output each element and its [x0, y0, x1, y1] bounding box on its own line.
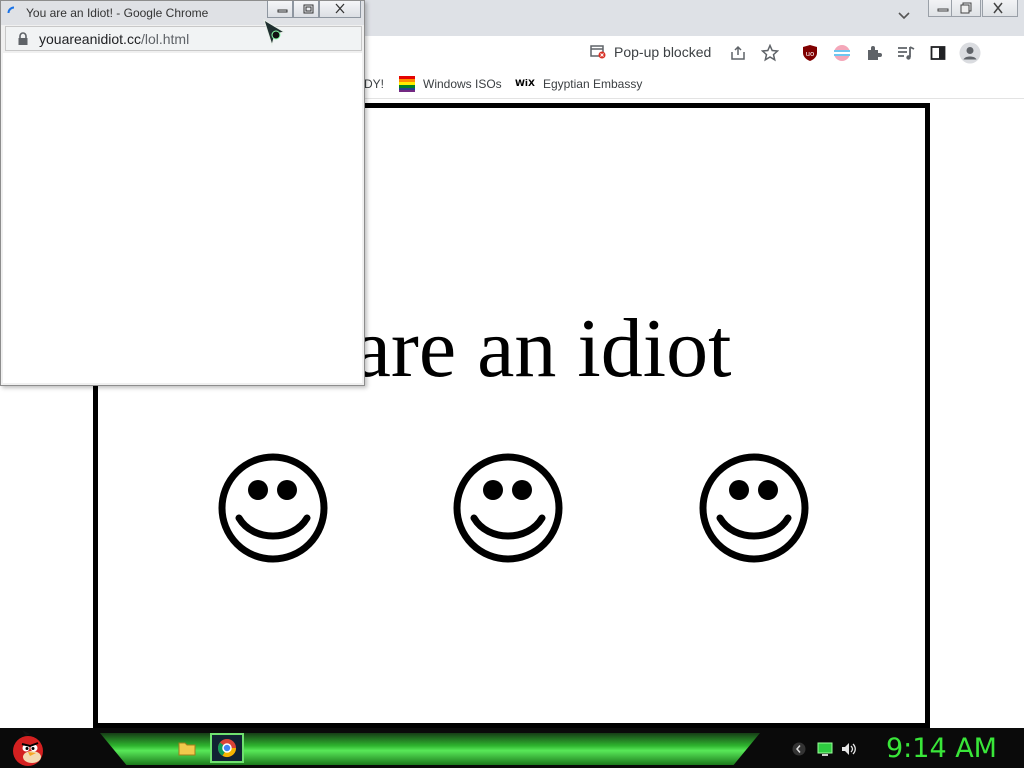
- angry-bird-icon[interactable]: [6, 729, 46, 772]
- spinner-icon: [7, 6, 21, 25]
- svg-text:uo: uo: [806, 50, 815, 58]
- popup-blocked-label: Pop-up blocked: [614, 44, 712, 60]
- popup-url: youareanidiot.cc/lol.html: [39, 31, 189, 47]
- popup-url-path: /lol.html: [140, 31, 190, 47]
- popup-window-title: You are an Idiot! - Google Chrome: [26, 6, 209, 20]
- main-restore-button[interactable]: [951, 0, 981, 17]
- popup-maximize-button[interactable]: [293, 1, 319, 18]
- taskbar-clock[interactable]: 9:14 AM: [886, 733, 997, 764]
- popup-minimize-button[interactable]: [267, 1, 293, 18]
- smiley-face-icon: [453, 453, 563, 563]
- folder-icon[interactable]: [178, 740, 196, 761]
- sound-icon[interactable]: [841, 741, 857, 762]
- popup-blocked-icon: [590, 45, 606, 59]
- share-icon[interactable]: [727, 42, 749, 64]
- taskbar-glow: [100, 733, 760, 765]
- popup-titlebar[interactable]: You are an Idiot! - Google Chrome: [1, 1, 364, 25]
- profile-icon[interactable]: [959, 42, 981, 64]
- puzzle-icon[interactable]: [863, 42, 885, 64]
- bookmark-item-partial[interactable]: DY!: [364, 70, 384, 98]
- popup-content-area: [3, 53, 362, 383]
- rainbow-flag-icon: [399, 76, 415, 92]
- main-close-button[interactable]: [982, 0, 1018, 17]
- bookmark-label: DY!: [364, 77, 385, 91]
- ublock-icon[interactable]: uo: [799, 42, 821, 64]
- smiley-face-icon: [218, 453, 328, 563]
- bookmark-item-egyptian-embassy[interactable]: WiX Egyptian Embassy: [515, 70, 642, 98]
- side-panel-icon[interactable]: [927, 42, 949, 64]
- chevron-down-icon[interactable]: [897, 9, 911, 28]
- mouse-cursor-icon: [262, 18, 292, 53]
- popup-address-bar[interactable]: youareanidiot.cc/lol.html: [5, 26, 362, 51]
- extension-icon[interactable]: [831, 42, 853, 64]
- media-icon[interactable]: [895, 42, 917, 64]
- bookmark-label: Egyptian Embassy: [542, 77, 643, 91]
- popup-close-button[interactable]: [319, 1, 361, 18]
- network-icon[interactable]: [817, 741, 833, 762]
- back-icon[interactable]: [792, 742, 806, 761]
- chrome-icon[interactable]: [210, 733, 244, 763]
- bookmark-item-windows-isos[interactable]: Windows ISOs: [399, 70, 502, 98]
- bookmark-label: Windows ISOs: [423, 77, 502, 91]
- popup-url-host: youareanidiot.cc: [39, 31, 141, 47]
- headline-text: are an idiot: [353, 302, 732, 395]
- lock-icon: [17, 32, 29, 51]
- smiley-face-icon: [699, 453, 809, 563]
- popup-blocked-chip[interactable]: Pop-up blocked: [590, 40, 711, 64]
- star-icon[interactable]: [759, 42, 781, 64]
- wix-icon: WiX: [515, 79, 535, 89]
- popup-window[interactable]: You are an Idiot! - Google Chrome youare…: [0, 0, 365, 386]
